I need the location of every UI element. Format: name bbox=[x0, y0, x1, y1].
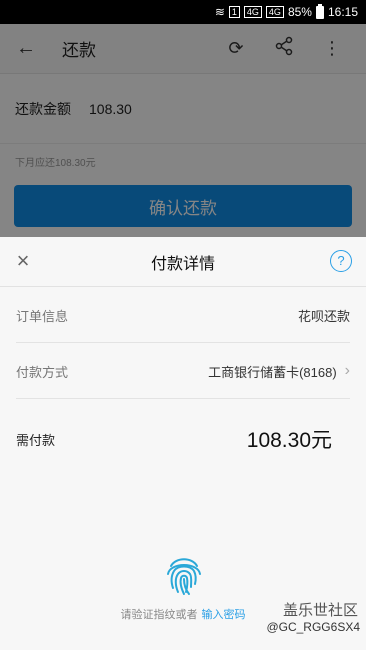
network-4g-icon-2: 4G bbox=[265, 6, 284, 18]
watermark-user: @GC_RGG6SX4 bbox=[266, 620, 360, 634]
payment-method-label: 付款方式 bbox=[16, 364, 69, 380]
pay-amount-row: 需付款 108.30元 bbox=[0, 399, 366, 479]
close-icon[interactable]: × bbox=[12, 250, 34, 272]
wifi-icon: ≋ bbox=[214, 5, 225, 19]
payment-method-value: 工商银行储蓄卡(8168) bbox=[208, 364, 337, 380]
clock: 16:15 bbox=[327, 5, 358, 19]
network-4g-icon: 4G bbox=[243, 6, 262, 18]
enter-password-link[interactable]: 输入密码 bbox=[202, 609, 246, 621]
sheet-title: 付款详情 bbox=[150, 255, 215, 273]
dim-overlay[interactable] bbox=[0, 24, 366, 237]
status-bar: ≋ 1 4G 4G 85% 16:15 bbox=[0, 0, 366, 24]
order-info-row: 订单信息 花呗还款 bbox=[0, 287, 366, 343]
sim-icon: 1 bbox=[228, 6, 240, 18]
pay-amount-label: 需付款 bbox=[16, 432, 56, 448]
fingerprint-icon[interactable] bbox=[164, 554, 204, 596]
order-info-label: 订单信息 bbox=[16, 308, 69, 324]
payment-method-row[interactable]: 付款方式 工商银行储蓄卡(8168) › bbox=[0, 343, 366, 399]
help-icon[interactable]: ? bbox=[330, 250, 352, 272]
battery-icon bbox=[315, 3, 324, 19]
chevron-right-icon: › bbox=[344, 362, 350, 379]
watermark-community: 盖乐世社区 bbox=[282, 602, 358, 619]
battery-percent: 85% bbox=[287, 5, 312, 19]
pay-amount-value: 108.30元 bbox=[246, 429, 332, 452]
verify-hint-text: 请验证指纹或者 bbox=[120, 609, 198, 621]
payment-details-sheet: × 付款详情 ? 订单信息 花呗还款 付款方式 工商银行储蓄卡(8168) › … bbox=[0, 237, 366, 650]
sheet-header: × 付款详情 ? bbox=[0, 237, 366, 287]
order-info-value: 花呗还款 bbox=[297, 308, 350, 324]
